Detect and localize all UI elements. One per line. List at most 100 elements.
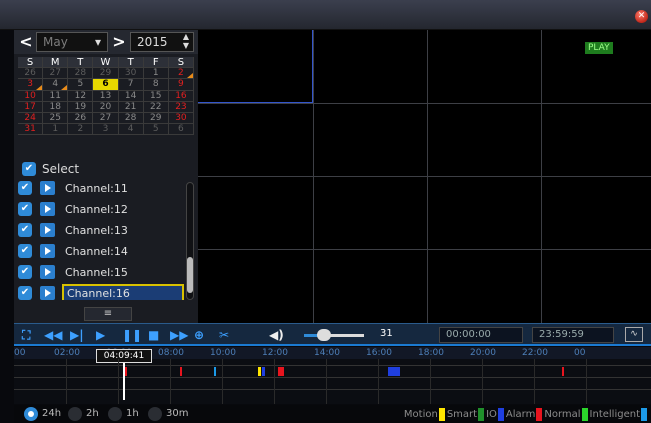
- pause-icon[interactable]: ❚❚: [122, 327, 142, 343]
- speaker-icon[interactable]: ◀): [269, 327, 284, 343]
- calendar-day[interactable]: 5: [143, 124, 169, 136]
- zoom-in-icon[interactable]: ⊕: [194, 327, 204, 343]
- calendar-day[interactable]: 1: [43, 124, 69, 136]
- calendar-day[interactable]: 28: [118, 112, 144, 125]
- channel-checkbox[interactable]: ✔: [18, 223, 32, 237]
- step-forward-icon[interactable]: ▶|: [70, 327, 84, 343]
- select-all-row[interactable]: ✔ Select: [18, 158, 194, 180]
- calendar-grid: S M T W T F S 26 27 28 29 30 1 2 3 4 5 6 7 8 9 10 11 12 13 14 15 16…: [18, 57, 194, 136]
- calendar-day[interactable]: 13: [93, 90, 119, 102]
- calendar-day[interactable]: 26: [68, 112, 94, 125]
- calendar-day[interactable]: 16: [168, 90, 194, 102]
- channel-item[interactable]: ✔ Channel:13: [16, 220, 184, 241]
- calendar-day[interactable]: 22: [143, 101, 169, 113]
- clip-icon[interactable]: ✂: [219, 327, 229, 343]
- channel-play-icon[interactable]: [40, 265, 55, 279]
- volume-slider[interactable]: [304, 334, 364, 337]
- calendar-day[interactable]: 2: [68, 124, 94, 136]
- channel-checkbox[interactable]: ✔: [18, 265, 32, 279]
- calendar-day[interactable]: 9: [168, 79, 194, 91]
- calendar-day[interactable]: 10: [18, 90, 44, 102]
- calendar-day[interactable]: 3: [18, 79, 44, 91]
- next-month-button[interactable]: >: [110, 33, 128, 51]
- volume-knob[interactable]: [317, 329, 331, 341]
- calendar-day[interactable]: 15: [143, 90, 169, 102]
- channel-item[interactable]: ✔ Channel:12: [16, 199, 184, 220]
- video-cell-selected[interactable]: [198, 30, 313, 103]
- prev-month-button[interactable]: <: [17, 33, 35, 51]
- channel-item[interactable]: ✔ Channel:14: [16, 241, 184, 262]
- fullscreen-icon[interactable]: ⛶: [22, 327, 30, 343]
- channel-item[interactable]: ✔ Channel:16: [16, 283, 184, 300]
- select-all-checkbox[interactable]: ✔: [22, 162, 36, 176]
- channel-play-icon[interactable]: [40, 244, 55, 258]
- calendar-day[interactable]: 27: [43, 68, 69, 80]
- zoom-option-2h[interactable]: 2h: [68, 407, 99, 421]
- calendar-day[interactable]: 30: [168, 112, 194, 125]
- year-spinner[interactable]: 2015 ▲ ▼: [130, 32, 194, 52]
- channel-checkbox[interactable]: ✔: [18, 286, 32, 300]
- calendar-day[interactable]: 30: [118, 68, 144, 80]
- calendar-day[interactable]: 2: [168, 68, 194, 80]
- calendar-day[interactable]: 24: [18, 112, 44, 125]
- channel-item[interactable]: ✔ Channel:15: [16, 262, 184, 283]
- calendar-day[interactable]: 3: [93, 124, 119, 136]
- calendar-day[interactable]: 28: [68, 68, 94, 80]
- timeline-tick: 08:00: [158, 348, 184, 358]
- calendar-day[interactable]: 4: [43, 79, 69, 91]
- menu-button[interactable]: ≡: [84, 307, 132, 321]
- timeline[interactable]: 0002:0006:0008:0010:0012:0014:0016:0018:…: [14, 347, 651, 404]
- calendar-day[interactable]: 7: [118, 79, 144, 91]
- calendar-day[interactable]: 31: [18, 124, 44, 136]
- waveform-icon[interactable]: ∿: [625, 327, 643, 342]
- calendar-day[interactable]: 18: [43, 101, 69, 113]
- calendar-day[interactable]: 11: [43, 90, 69, 102]
- channel-checkbox[interactable]: ✔: [18, 202, 32, 216]
- calendar-day[interactable]: 6: [93, 79, 119, 91]
- calendar-day[interactable]: 26: [18, 68, 44, 80]
- fast-forward-icon[interactable]: ▶▶: [170, 327, 188, 343]
- weekday-header: T: [118, 57, 144, 69]
- timeline-tick: 10:00: [210, 348, 236, 358]
- close-icon[interactable]: ✕: [635, 10, 648, 23]
- title-bar: ✕: [0, 0, 651, 30]
- timeline-row-divider: [14, 389, 651, 390]
- end-time-field[interactable]: 23:59:59: [532, 327, 614, 343]
- calendar-day[interactable]: 12: [68, 90, 94, 102]
- channel-play-icon[interactable]: [40, 202, 55, 216]
- zoom-option-1h[interactable]: 1h: [108, 407, 139, 421]
- zoom-option-24h[interactable]: 24h: [24, 407, 61, 421]
- play-icon[interactable]: ▶: [96, 327, 105, 343]
- legend-swatch: [641, 408, 647, 421]
- timeline-cursor[interactable]: [123, 360, 125, 400]
- zoom-option-30m[interactable]: 30m: [148, 407, 188, 421]
- channel-checkbox[interactable]: ✔: [18, 244, 32, 258]
- calendar-day[interactable]: 14: [118, 90, 144, 102]
- month-select[interactable]: May ▾: [36, 32, 108, 52]
- stop-icon[interactable]: ■: [148, 327, 159, 343]
- channel-scrollbar[interactable]: [186, 182, 194, 300]
- channel-play-icon[interactable]: [40, 223, 55, 237]
- calendar-day[interactable]: 23: [168, 101, 194, 113]
- calendar-day[interactable]: 29: [93, 68, 119, 80]
- calendar-day[interactable]: 5: [68, 79, 94, 91]
- channel-item[interactable]: ✔ Channel:11: [16, 180, 184, 199]
- scrollbar-thumb[interactable]: [187, 257, 193, 293]
- calendar-day[interactable]: 29: [143, 112, 169, 125]
- calendar-day[interactable]: 20: [93, 101, 119, 113]
- calendar-day[interactable]: 4: [118, 124, 144, 136]
- calendar-day[interactable]: 1: [143, 68, 169, 80]
- rewind-icon[interactable]: ◀◀: [44, 327, 62, 343]
- calendar-day[interactable]: 27: [93, 112, 119, 125]
- record-alarm: [180, 367, 182, 376]
- calendar-day[interactable]: 19: [68, 101, 94, 113]
- calendar-day[interactable]: 6: [168, 124, 194, 136]
- calendar-day[interactable]: 21: [118, 101, 144, 113]
- calendar-day[interactable]: 17: [18, 101, 44, 113]
- channel-play-icon[interactable]: [40, 286, 55, 300]
- calendar-day[interactable]: 25: [43, 112, 69, 125]
- channel-play-icon[interactable]: [40, 181, 55, 195]
- calendar-day[interactable]: 8: [143, 79, 169, 91]
- start-time-field[interactable]: 00:00:00: [439, 327, 523, 343]
- channel-checkbox[interactable]: ✔: [18, 181, 32, 195]
